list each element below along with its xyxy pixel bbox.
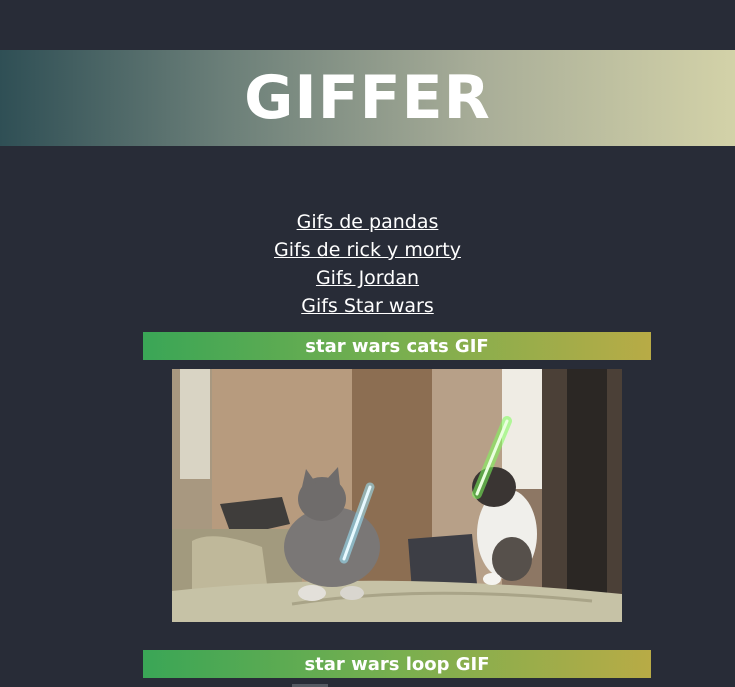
nav-link-rick-y-morty[interactable]: Gifs de rick y morty: [0, 236, 735, 264]
nav-link-star-wars[interactable]: Gifs Star wars: [0, 292, 735, 320]
nav-link-jordan[interactable]: Gifs Jordan: [0, 264, 735, 292]
gif-title-bar: star wars cats GIF: [143, 332, 651, 360]
nav-links: Gifs de pandas Gifs de rick y morty Gifs…: [0, 208, 735, 320]
gif-title: star wars loop GIF: [304, 653, 490, 675]
gif-title-bar: star wars loop GIF: [143, 650, 651, 678]
site-header: GIFFER: [0, 50, 735, 146]
gif-illustration: [172, 369, 622, 622]
site-title: GIFFER: [244, 63, 491, 133]
gif-image-star-wars-cats[interactable]: [172, 369, 622, 622]
nav-link-pandas[interactable]: Gifs de pandas: [0, 208, 735, 236]
gif-title: star wars cats GIF: [305, 335, 489, 357]
